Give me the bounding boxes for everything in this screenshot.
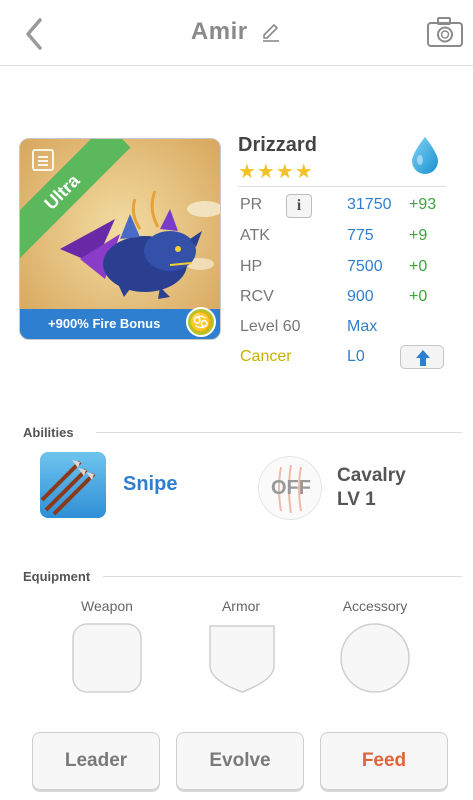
feed-button[interactable]: Feed (320, 732, 448, 790)
stat-label-pr: PR (240, 196, 263, 213)
leader-button[interactable]: Leader (32, 732, 160, 790)
stat-bonus-atk: +9 (409, 227, 428, 244)
stat-bonus-pr: +93 (409, 196, 437, 213)
stat-label-rcv: RCV (240, 288, 274, 305)
snipe-ability-icon[interactable] (40, 452, 106, 518)
stat-label-hp: HP (240, 258, 263, 275)
info-divider (238, 186, 446, 187)
ability-secondary-level: LV 1 (337, 489, 376, 510)
shield-slot-shape (209, 625, 275, 693)
weapon-slot-shape (72, 623, 142, 693)
ability-name-primary[interactable]: Snipe (123, 473, 177, 496)
ability-off-status: OFF (271, 477, 311, 499)
card-badge-icon (32, 149, 54, 171)
abilities-divider (96, 432, 462, 433)
equipment-divider (103, 576, 462, 577)
stat-value-atk: 775 (347, 227, 374, 244)
accessory-slot[interactable] (339, 622, 411, 694)
stat-value-rcv: 900 (347, 288, 374, 305)
page-title: Amir (190, 18, 248, 45)
accessory-slot-shape (340, 623, 410, 693)
abilities-section-title: Abilities (23, 425, 74, 440)
weapon-slot-label: Weapon (81, 598, 133, 614)
stat-label-atk: ATK (240, 227, 270, 244)
equipment-section-title: Equipment (23, 569, 91, 584)
edit-name-button[interactable] (260, 21, 282, 43)
zodiac-sign-value: L0 (347, 348, 365, 365)
top-bar: Amir (0, 0, 473, 66)
armor-slot-label: Armor (221, 598, 261, 614)
ability-name-secondary: Cavalry LV 1 (337, 464, 406, 512)
stat-value-pr: 31750 (347, 196, 392, 213)
upgrade-button[interactable] (400, 345, 444, 369)
evolve-button[interactable]: Evolve (176, 732, 304, 790)
camera-icon (427, 17, 463, 47)
stat-bonus-rcv: +0 (409, 288, 428, 305)
weapon-slot[interactable] (71, 622, 143, 694)
star-rating: ★★★★ (238, 161, 314, 183)
stat-bonus-hp: +0 (409, 258, 428, 275)
accessory-slot-label: Accessory (342, 598, 408, 614)
title-row: Amir (0, 18, 473, 46)
water-drop-icon (412, 137, 438, 174)
arrows-icon (40, 452, 106, 518)
ability-secondary-title: Cavalry (337, 465, 406, 486)
pencil-icon (263, 24, 280, 42)
cancer-zodiac-icon: ♋ (186, 307, 216, 337)
pet-card[interactable]: Ultra +900% Fire Bonus ♋ (19, 138, 221, 340)
info-button[interactable]: i (286, 194, 312, 218)
arrow-up-icon (416, 350, 430, 366)
pet-name: Drizzard (238, 134, 317, 156)
secondary-ability-toggle[interactable]: OFF (258, 456, 322, 520)
stat-value-hp: 7500 (347, 258, 383, 275)
camera-button[interactable] (425, 14, 465, 50)
level-label: Level 60 (240, 318, 301, 335)
level-value: Max (347, 318, 378, 335)
armor-slot[interactable] (206, 622, 278, 694)
zodiac-sign-label: Cancer (240, 348, 292, 365)
